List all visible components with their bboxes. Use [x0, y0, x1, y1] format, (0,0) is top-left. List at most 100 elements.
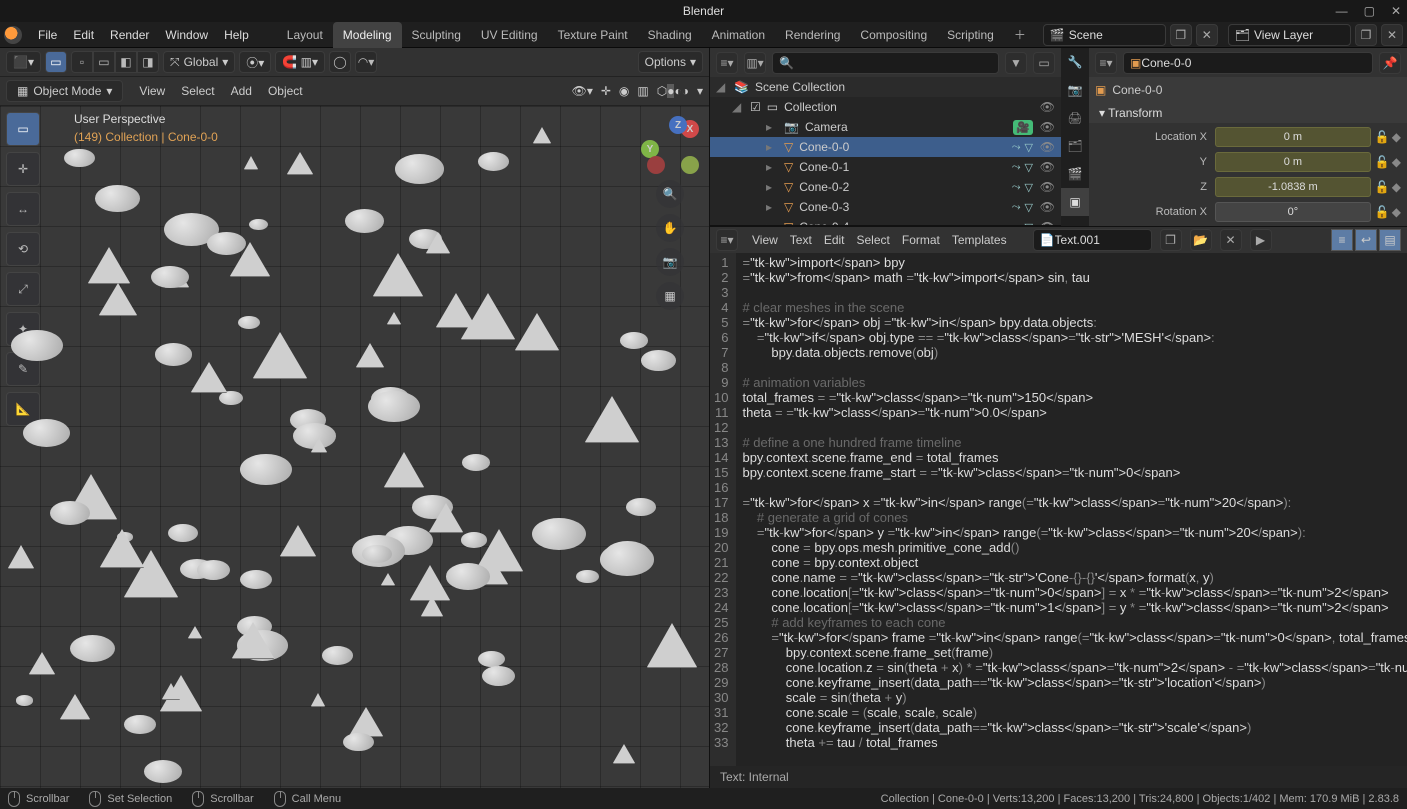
- menu-window[interactable]: Window: [157, 22, 216, 48]
- workspace-tab-shading[interactable]: Shading: [638, 22, 702, 48]
- prop-value[interactable]: 0°: [1215, 202, 1371, 222]
- selmode-3[interactable]: ◧: [115, 51, 137, 73]
- lock-icon[interactable]: 🔓: [1375, 180, 1390, 194]
- view3d-menu-object[interactable]: Object: [260, 84, 311, 98]
- add-workspace-button[interactable]: ＋: [1004, 26, 1036, 43]
- selmode-2[interactable]: ▭: [93, 51, 115, 73]
- prop-value[interactable]: 0 m: [1215, 127, 1371, 147]
- props-editor-type[interactable]: ≡▾: [1095, 52, 1117, 74]
- prop-tab-object[interactable]: ▣: [1061, 188, 1089, 216]
- shading-options[interactable]: ▾: [697, 84, 703, 98]
- menu-file[interactable]: File: [30, 22, 65, 48]
- menu-render[interactable]: Render: [102, 22, 157, 48]
- outliner-item-cone-0-4[interactable]: ▸▽Cone-0-4⤳▽👁: [710, 217, 1061, 225]
- outliner-search[interactable]: 🔍: [772, 52, 999, 74]
- scene-name-input[interactable]: [1069, 28, 1159, 42]
- visibility-dropdown[interactable]: 👁▾: [572, 84, 593, 98]
- scene-delete-button[interactable]: ✕: [1196, 24, 1218, 46]
- keyframe-icon[interactable]: ◆: [1392, 130, 1401, 144]
- shading-matprev[interactable]: ◐: [674, 84, 681, 98]
- selmode-4[interactable]: ◨: [137, 51, 159, 73]
- options-dropdown[interactable]: Options ▾: [638, 51, 703, 73]
- transform-panel-header[interactable]: ▾ Transform: [1089, 103, 1407, 123]
- viewlayer-delete-button[interactable]: ✕: [1381, 24, 1403, 46]
- minimize-button[interactable]: —: [1336, 4, 1348, 18]
- workspace-tab-sculpting[interactable]: Sculpting: [402, 22, 471, 48]
- pivot-select[interactable]: ⦿▾: [239, 51, 271, 73]
- workspace-tab-uv-editing[interactable]: UV Editing: [471, 22, 548, 48]
- text-datablock-name[interactable]: [1055, 233, 1145, 247]
- shading-solid[interactable]: ●: [667, 84, 674, 98]
- texteditor-menu-text[interactable]: Text: [784, 233, 818, 247]
- view3d-menu-select[interactable]: Select: [173, 84, 222, 98]
- overlay-toggle[interactable]: ◉: [619, 84, 629, 98]
- prop-value[interactable]: -1.0838 m: [1215, 177, 1371, 197]
- prop-value[interactable]: 0 m: [1215, 152, 1371, 172]
- outliner-item-camera[interactable]: ▸📷Camera🎥👁: [710, 117, 1061, 137]
- prop-tab-viewlayer[interactable]: 🗂: [1061, 132, 1089, 160]
- text-datablock-select[interactable]: 📄: [1033, 229, 1152, 251]
- outliner-item-cone-0-2[interactable]: ▸▽Cone-0-2⤳▽👁: [710, 177, 1061, 197]
- shading-wireframe[interactable]: ⬡: [657, 84, 667, 98]
- workspace-tab-rendering[interactable]: Rendering: [775, 22, 850, 48]
- transform-orientation[interactable]: ⤧ Global ▾: [163, 51, 235, 73]
- viewlayer-select[interactable]: 🗂: [1228, 24, 1351, 46]
- outliner-item-cone-0-0[interactable]: ▸▽Cone-0-0⤳▽👁: [710, 137, 1061, 157]
- viewlayer-new-button[interactable]: ❐: [1355, 24, 1377, 46]
- viewport-3d[interactable]: User Perspective (149) Collection | Cone…: [0, 106, 709, 788]
- maximize-button[interactable]: ▢: [1364, 4, 1375, 18]
- texteditor-menu-view[interactable]: View: [746, 233, 784, 247]
- mode-select[interactable]: ▦ Object Mode ▾: [6, 80, 123, 102]
- outliner-display-mode[interactable]: ▥▾: [744, 52, 766, 74]
- proportional-edit-toggle[interactable]: ◯: [329, 51, 351, 73]
- workspace-tab-animation[interactable]: Animation: [702, 22, 775, 48]
- prop-tab-output[interactable]: 🖨: [1061, 104, 1089, 132]
- prop-tab-render[interactable]: 📷: [1061, 76, 1089, 104]
- text-new-button[interactable]: ❐: [1160, 229, 1182, 251]
- xray-toggle[interactable]: ▥: [637, 84, 648, 98]
- lock-icon[interactable]: 🔓: [1375, 205, 1390, 219]
- viewlayer-name-input[interactable]: [1254, 28, 1344, 42]
- selmode-1[interactable]: ▫: [71, 51, 93, 73]
- texteditor-menu-format[interactable]: Format: [896, 233, 946, 247]
- props-object-name[interactable]: [1141, 56, 1366, 70]
- view3d-menu-view[interactable]: View: [131, 84, 173, 98]
- outliner-collection[interactable]: ◢☑▭Collection👁: [710, 97, 1061, 117]
- props-pin[interactable]: 📌: [1379, 52, 1401, 74]
- texteditor-menu-select[interactable]: Select: [851, 233, 896, 247]
- outliner-item-cone-0-1[interactable]: ▸▽Cone-0-1⤳▽👁: [710, 157, 1061, 177]
- shading-rendered[interactable]: ◑: [682, 84, 689, 98]
- texteditor-type-select[interactable]: ≡▾: [716, 229, 738, 251]
- workspace-tab-texture-paint[interactable]: Texture Paint: [548, 22, 638, 48]
- close-button[interactable]: ✕: [1391, 4, 1401, 18]
- text-open-button[interactable]: 📂: [1190, 229, 1212, 251]
- view3d-menu-add[interactable]: Add: [223, 84, 260, 98]
- texteditor-menu-templates[interactable]: Templates: [946, 233, 1013, 247]
- gizmo-toggle[interactable]: ✛: [601, 84, 611, 98]
- keyframe-icon[interactable]: ◆: [1392, 180, 1401, 194]
- menu-help[interactable]: Help: [216, 22, 257, 48]
- outliner-editor-type[interactable]: ≡▾: [716, 52, 738, 74]
- outliner-item-cone-0-3[interactable]: ▸▽Cone-0-3⤳▽👁: [710, 197, 1061, 217]
- lock-icon[interactable]: 🔓: [1375, 155, 1390, 169]
- select-tool-cursor[interactable]: ▭: [45, 51, 67, 73]
- outliner-filter[interactable]: ▼: [1005, 52, 1027, 74]
- scene-new-button[interactable]: ❐: [1170, 24, 1192, 46]
- editor-type-select[interactable]: ⬛▾: [6, 51, 41, 73]
- scene-select[interactable]: 🎬: [1043, 24, 1166, 46]
- prop-tab-scene[interactable]: 🎬: [1061, 160, 1089, 188]
- workspace-tab-modeling[interactable]: Modeling: [333, 22, 402, 48]
- lock-icon[interactable]: 🔓: [1375, 130, 1390, 144]
- keyframe-icon[interactable]: ◆: [1392, 205, 1401, 219]
- workspace-tab-compositing[interactable]: Compositing: [850, 22, 937, 48]
- blender-logo-icon[interactable]: [4, 26, 22, 44]
- texteditor-menu-edit[interactable]: Edit: [818, 233, 851, 247]
- toggle-syntax[interactable]: ▤: [1379, 229, 1401, 251]
- outliner-search-input[interactable]: [794, 56, 992, 70]
- workspace-tab-layout[interactable]: Layout: [277, 22, 333, 48]
- run-script-button[interactable]: ▶: [1250, 229, 1272, 251]
- text-unlink-button[interactable]: ✕: [1220, 229, 1242, 251]
- outliner-scene-collection[interactable]: ◢📚Scene Collection: [710, 77, 1061, 97]
- outliner-new-collection[interactable]: ▭: [1033, 52, 1055, 74]
- prop-tab-tool[interactable]: 🔧: [1061, 48, 1089, 76]
